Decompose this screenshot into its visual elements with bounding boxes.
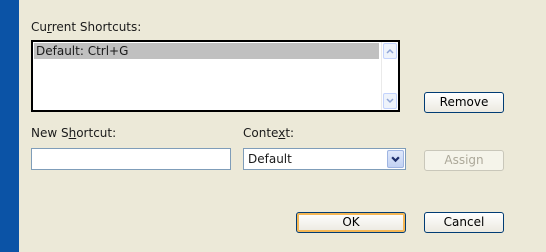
list-item[interactable]: Default: Ctrl+G [34,43,379,59]
dropdown-arrow-button[interactable] [387,150,404,168]
ok-button[interactable]: OK [296,212,406,233]
chevron-down-icon [391,155,400,162]
context-select[interactable]: Default [243,148,406,170]
current-shortcuts-label: Current Shortcuts: [31,20,142,34]
list-scrollbar[interactable] [381,42,398,110]
remove-button[interactable]: Remove [424,92,504,113]
context-label: Context: [243,126,295,140]
current-shortcuts-list[interactable]: Default: Ctrl+G [31,40,400,112]
new-shortcut-label: New Shortcut: [31,126,117,140]
new-shortcut-input[interactable] [31,148,231,170]
assign-button[interactable]: Assign [424,150,504,171]
chevron-down-icon [386,98,394,104]
keyboard-shortcut-dialog: Current Shortcuts: Default: Ctrl+G Remov… [19,0,546,252]
scroll-down-button[interactable] [383,93,397,109]
chevron-up-icon [386,48,394,54]
cancel-button[interactable]: Cancel [424,212,504,233]
context-select-value: Default [248,152,292,166]
scroll-up-button[interactable] [383,43,397,59]
